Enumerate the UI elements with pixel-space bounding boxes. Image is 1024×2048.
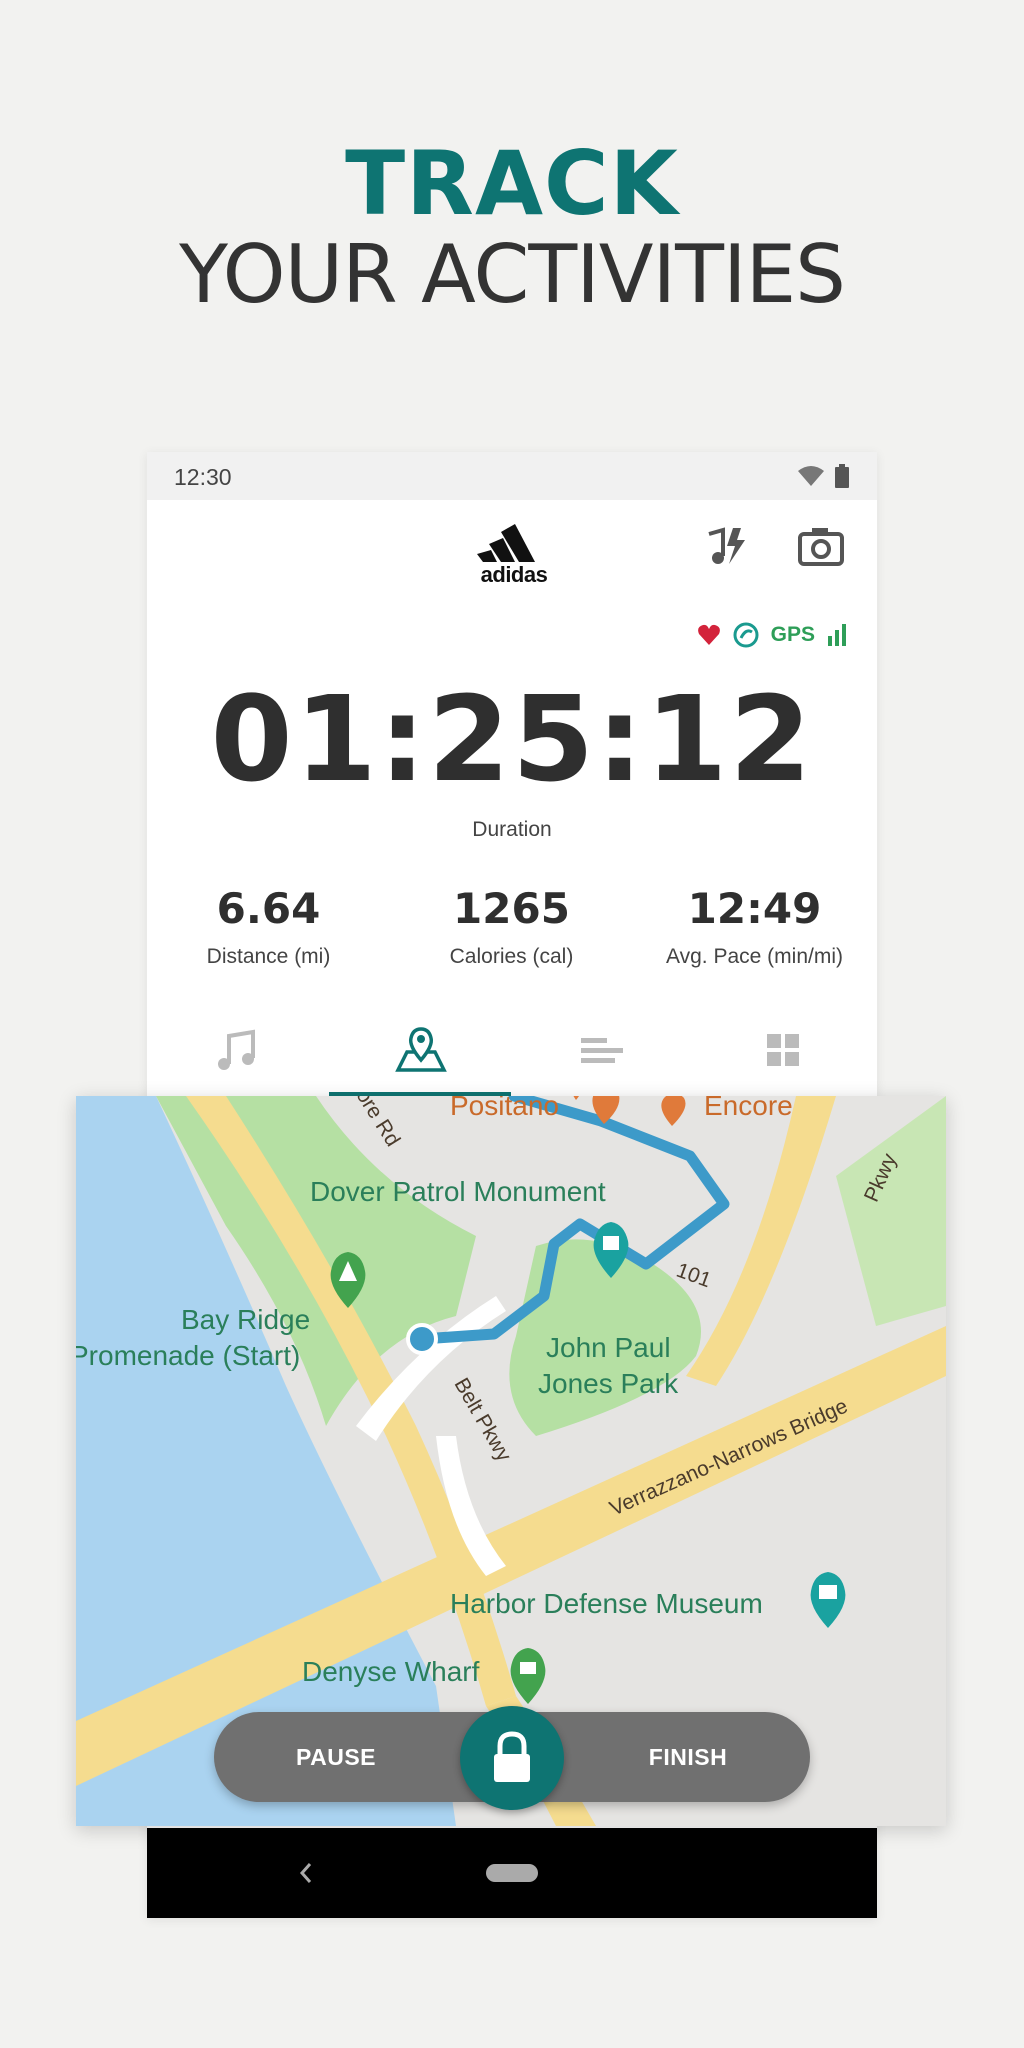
lock-icon	[494, 1731, 530, 1782]
map-label-denyse-wharf: Denyse Wharf	[302, 1656, 480, 1687]
tab-map[interactable]	[329, 1012, 511, 1096]
map-label-dover-patrol: Dover Patrol Monument	[310, 1176, 606, 1207]
stat-label: Calories (cal)	[449, 945, 574, 968]
brand-name: adidas	[480, 562, 548, 587]
sync-signal-icon	[733, 622, 759, 648]
tab-music[interactable]	[147, 1012, 329, 1096]
status-icons	[797, 464, 849, 488]
map-label-harbor-defense: Harbor Defense Museum	[450, 1588, 763, 1619]
sensor-indicators: GPS	[697, 620, 847, 650]
lock-button[interactable]	[460, 1706, 564, 1810]
stat-distance: 6.64 Distance (mi)	[147, 884, 390, 969]
system-nav-bar	[147, 1828, 877, 1918]
map-label-positano: Positano	[450, 1096, 559, 1121]
music-flash-icon[interactable]	[699, 520, 751, 572]
stat-avg-pace: 12:49 Avg. Pace (min/mi)	[633, 884, 876, 969]
stat-calories: 1265 Calories (cal)	[390, 884, 633, 969]
map-label-bay-ridge: Bay Ridge	[181, 1304, 311, 1335]
adidas-stripes-icon	[477, 524, 535, 562]
status-bar: 12:30	[147, 452, 877, 500]
stat-label: Distance (mi)	[206, 945, 331, 968]
map-label-jones-park: Jones Park	[538, 1368, 679, 1399]
map-label-john-paul: John Paul	[546, 1332, 671, 1363]
map-pin-icon	[395, 1027, 447, 1072]
stat-label: Avg. Pace (min/mi)	[666, 945, 843, 968]
music-note-icon	[218, 1029, 255, 1070]
bars-icon	[581, 1038, 623, 1063]
duration-timer: 01:25:12	[210, 670, 814, 808]
map-label-promenade: Promenade (Start)	[76, 1340, 301, 1371]
battery-icon	[835, 464, 849, 488]
gps-signal-bars-icon	[828, 624, 846, 646]
status-time: 12:30	[174, 464, 232, 490]
finish-button[interactable]: FINISH	[588, 1712, 788, 1802]
pause-button[interactable]: PAUSE	[236, 1712, 436, 1802]
stat-value: 6.64	[216, 884, 321, 933]
tab-bar	[147, 1012, 877, 1096]
map-label-encore: Encore	[704, 1096, 793, 1121]
wifi-icon	[797, 466, 824, 486]
headline-track: TRACK	[345, 132, 679, 235]
workout-controls: PAUSE FINISH	[214, 1706, 810, 1810]
heart-icon	[697, 624, 720, 645]
back-icon[interactable]	[299, 1862, 313, 1884]
app-bar: adidas	[147, 500, 877, 600]
headline-subtitle: YOUR ACTIVITIES	[179, 228, 846, 321]
tab-splits[interactable]	[511, 1012, 693, 1096]
adidas-logo: adidas	[469, 520, 559, 587]
stat-value: 1265	[453, 884, 570, 933]
home-button[interactable]	[486, 1864, 538, 1882]
duration-label: Duration	[472, 818, 552, 841]
grid-icon	[767, 1034, 799, 1066]
tab-dashboard[interactable]	[693, 1012, 875, 1096]
stat-value: 12:49	[687, 884, 822, 933]
camera-icon[interactable]	[795, 520, 847, 572]
gps-label: GPS	[770, 623, 815, 646]
